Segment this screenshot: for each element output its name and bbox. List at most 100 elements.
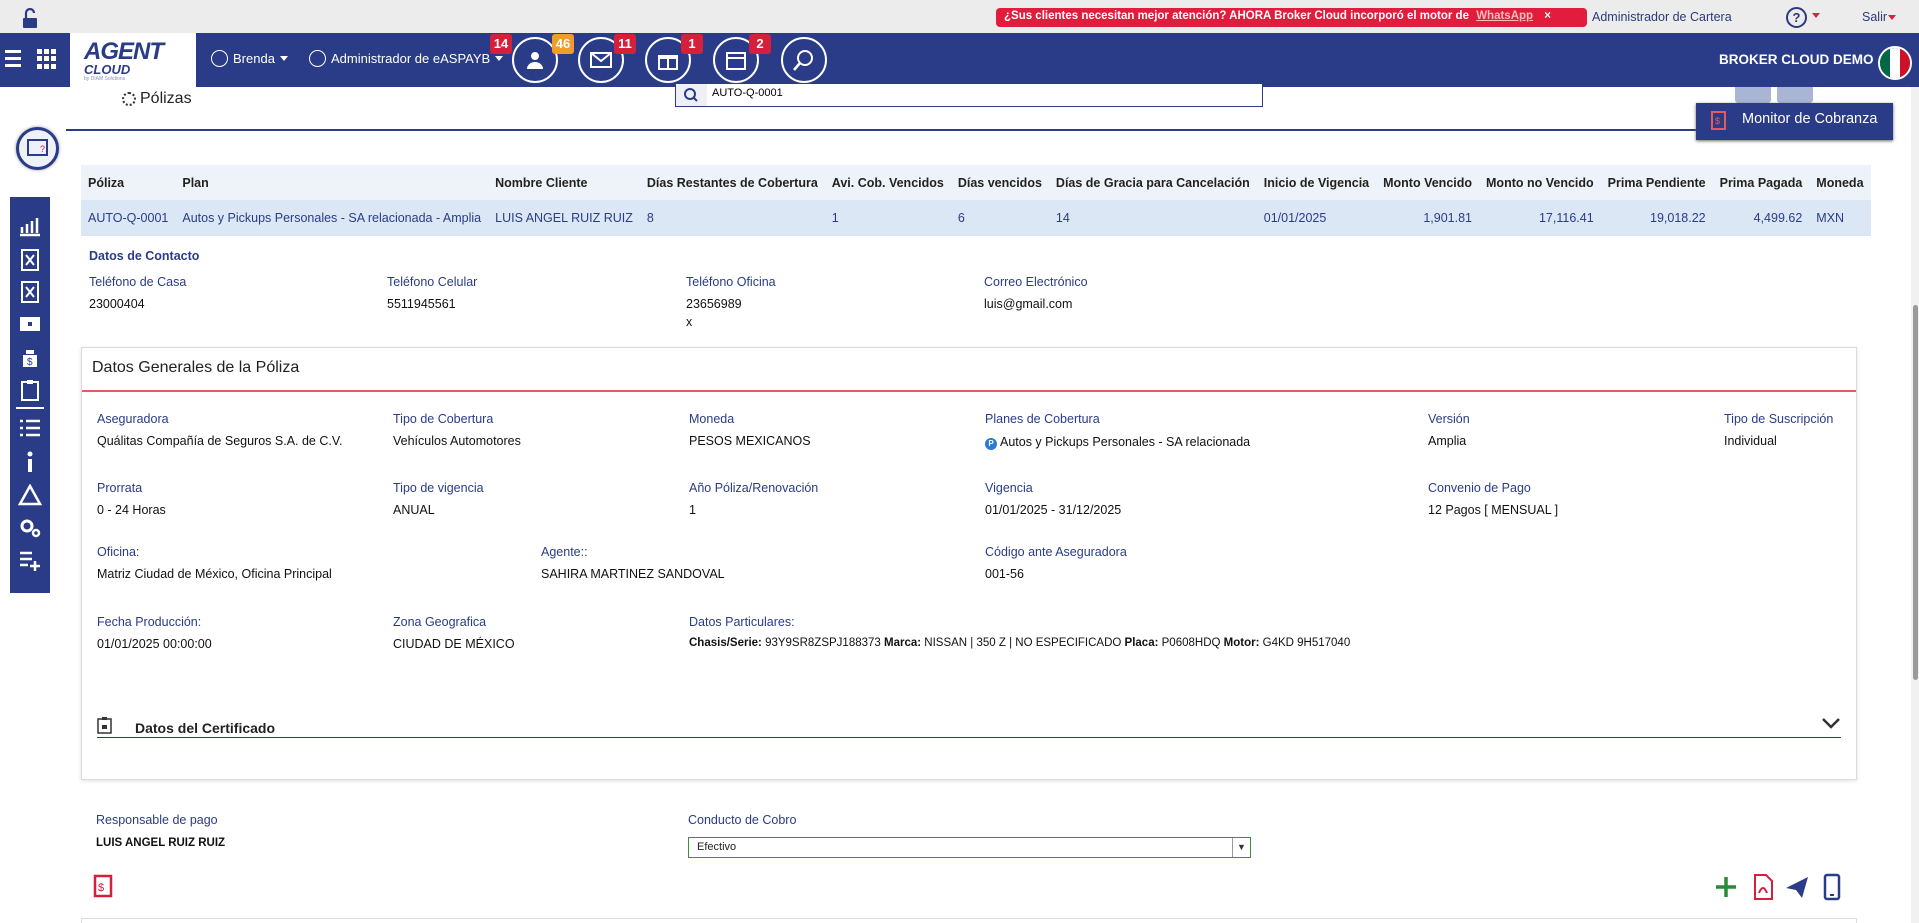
clipboard-lock-icon (97, 717, 112, 734)
calendar-badge: 2 (749, 34, 771, 54)
marca-value: NISSAN | 350 Z | NO ESPECIFICADO (924, 637, 1122, 649)
info-icon[interactable] (18, 451, 42, 473)
agente-value: SAHIRA MARTINEZ SANDOVAL (541, 567, 725, 581)
clients-button[interactable]: 14 46 (490, 34, 574, 83)
col-avisos-vencidos[interactable]: Avi. Cob. Vencidos (824, 165, 951, 200)
add-plus-icon[interactable] (1713, 873, 1739, 901)
office-phone-label: Teléfono Oficina (686, 275, 776, 289)
vigencia-label: Vigencia (985, 481, 1033, 495)
scrollbar-thumb[interactable] (1913, 305, 1918, 680)
cell-dias-gracia: 14 (1048, 200, 1257, 236)
fecha-produccion-value: 01/01/2025 00:00:00 (97, 637, 212, 651)
col-prima-pendiente[interactable]: Prima Pendiente (1600, 165, 1713, 200)
logout-caret-icon[interactable] (1888, 15, 1896, 20)
user-icon (211, 50, 228, 67)
chart-icon[interactable] (18, 215, 42, 237)
dropdown-arrow-icon[interactable]: ▼ (1232, 838, 1250, 857)
table-row[interactable]: AUTO-Q-0001 Autos y Pickups Personales -… (81, 200, 1871, 236)
col-dias-gracia[interactable]: Días de Gracia para Cancelación (1048, 165, 1257, 200)
mail-button[interactable]: 11 (578, 34, 636, 83)
office-phone-ext: x (686, 315, 693, 329)
monitor-icon[interactable] (18, 314, 42, 336)
header-divider (66, 129, 1696, 131)
page-title: Pólizas (122, 90, 192, 108)
agente-label: Agente:: (541, 545, 588, 559)
unlock-icon[interactable] (20, 7, 42, 29)
anio-value: 1 (689, 503, 696, 517)
excel-icon[interactable] (18, 281, 42, 303)
zona-label: Zona Geografica (393, 615, 487, 629)
col-poliza[interactable]: Póliza (81, 165, 176, 200)
apps-grid-icon[interactable] (37, 49, 57, 69)
col-monto-no-vencido[interactable]: Monto no Vencido (1479, 165, 1601, 200)
help-icon[interactable]: ? (1786, 7, 1807, 28)
mail-toolbar-button[interactable] (1735, 87, 1771, 103)
cell-monto-vencido: 1,901.81 (1376, 200, 1480, 236)
invoice-money-icon[interactable]: $ (92, 873, 118, 901)
promo-whatsapp-link[interactable]: WhatsApp (1476, 10, 1533, 22)
chevron-down-icon[interactable] (1821, 716, 1841, 730)
help-caret-icon[interactable] (1812, 13, 1820, 18)
cell-poliza[interactable]: AUTO-Q-0001 (81, 200, 176, 236)
money-bag-icon[interactable]: $ (18, 347, 42, 369)
prorrata-value: 0 - 24 Horas (97, 503, 166, 517)
certificate-section-toggle[interactable]: Datos del Certificado (97, 714, 1841, 738)
hamburger-menu-icon[interactable] (5, 50, 21, 68)
col-inicio-vigencia[interactable]: Inicio de Vigencia (1256, 165, 1377, 200)
monitor-cobranza-button[interactable]: $ Monitor de Cobranza (1696, 103, 1893, 140)
suscripcion-label: Tipo de Suscripción (1724, 412, 1834, 426)
motor-value: G4KD 9H517040 (1262, 637, 1351, 649)
responsable-label: Responsable de pago (96, 813, 218, 827)
certificate-title: Datos del Certificado (135, 720, 276, 736)
excel-icon[interactable] (18, 249, 42, 271)
warning-icon[interactable] (18, 484, 42, 506)
gifts-button[interactable]: 1 (645, 34, 703, 83)
planes-value[interactable]: P Autos y Pickups Personales - SA relacio… (985, 435, 1250, 450)
col-dias-vencidos[interactable]: Días vencidos (950, 165, 1049, 200)
search-user-button[interactable] (781, 37, 827, 83)
menu-toolbar-button[interactable] (1777, 87, 1813, 103)
col-plan[interactable]: Plan (175, 165, 489, 200)
conducto-select[interactable]: Efectivo ▼ (688, 837, 1251, 858)
whatsapp-promo-banner[interactable]: ¿Sus clientes necesitan mejor atención? … (996, 8, 1587, 27)
admin-cartera-link[interactable]: Administrador de Cartera (1592, 10, 1732, 24)
logo-text-cloud: CLOUD (84, 62, 131, 77)
moneda-label: Moneda (689, 412, 735, 426)
add-list-icon[interactable] (18, 549, 42, 571)
col-moneda[interactable]: Moneda (1809, 165, 1871, 200)
pdf-icon[interactable] (1750, 873, 1776, 901)
col-monto-vencido[interactable]: Monto Vencido (1376, 165, 1480, 200)
user-name: Brenda (233, 51, 275, 66)
fecha-produccion-label: Fecha Producción: (97, 615, 202, 629)
cell-phone-label: Teléfono Celular (387, 275, 478, 289)
col-prima-pagada[interactable]: Prima Pagada (1712, 165, 1810, 200)
col-dias-restantes[interactable]: Días Restantes de Cobertura (639, 165, 825, 200)
user-menu[interactable]: Brenda (211, 50, 288, 67)
convenio-value: 12 Pagos [ MENSUAL ] (1428, 503, 1559, 517)
svg-text:$: $ (98, 882, 104, 894)
cell-plan: Autos y Pickups Personales - SA relacion… (175, 200, 489, 236)
search-input[interactable] (712, 87, 1012, 99)
mobile-phone-icon[interactable] (1819, 873, 1845, 901)
send-paper-plane-icon[interactable] (1784, 873, 1810, 901)
table-header-row: Póliza Plan Nombre Cliente Días Restante… (81, 165, 1871, 200)
main-navbar: AGENT CLOUD by DIAM Solutions Brenda Adm… (0, 33, 1919, 87)
agent-cloud-logo[interactable]: AGENT CLOUD by DIAM Solutions (70, 33, 196, 87)
promo-close-icon[interactable]: × (1544, 10, 1551, 22)
version-value: Amplia (1428, 434, 1467, 448)
clipboard-icon[interactable] (18, 379, 42, 401)
chasis-key: Chasis/Serie: (689, 637, 762, 649)
plan-badge-icon: P (985, 438, 997, 450)
col-cliente[interactable]: Nombre Cliente (488, 165, 640, 200)
gears-icon[interactable] (18, 517, 42, 539)
cell-dias-vencidos: 6 (950, 200, 1049, 236)
mexico-flag-icon[interactable] (1878, 46, 1912, 80)
calendar-button[interactable]: 2 (713, 34, 771, 83)
search-icon[interactable] (676, 84, 707, 106)
logout-link[interactable]: Salir (1862, 10, 1887, 24)
profile-menu[interactable]: Administrador de eASPAYB (309, 50, 504, 67)
manual-book-icon[interactable]: ? (16, 127, 59, 170)
particulares-value: Chasis/Serie: 93Y9SR8ZSPJ188373 Marca: N… (689, 637, 1350, 649)
calendar-icon (726, 52, 746, 70)
list-icon[interactable] (18, 417, 42, 439)
